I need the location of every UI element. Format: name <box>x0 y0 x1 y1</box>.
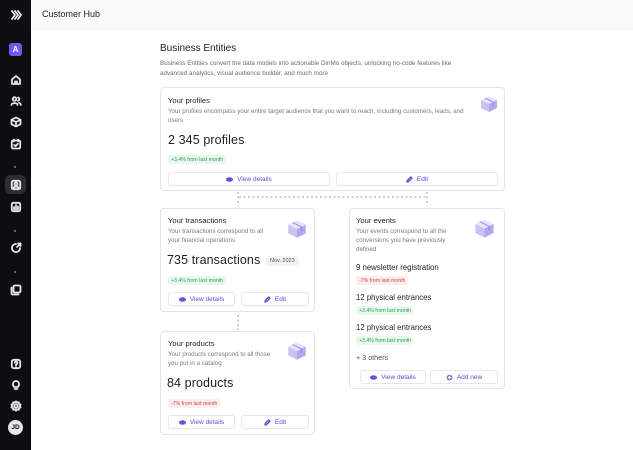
home-icon[interactable] <box>8 72 23 87</box>
page-description: Business Entities convert the data model… <box>160 60 452 77</box>
user-avatar[interactable]: JD <box>8 420 23 435</box>
workspace-avatar[interactable]: A <box>9 43 22 56</box>
profiles-cube-icon <box>481 96 497 112</box>
analytics-icon[interactable] <box>8 199 23 214</box>
products-view-details-button[interactable]: View details <box>168 415 235 429</box>
transactions-count: 735 transactions <box>167 253 261 267</box>
eye-icon <box>226 176 234 182</box>
events-description: Your events correspond to all the conver… <box>356 228 447 253</box>
activation-icon[interactable] <box>8 240 23 255</box>
products-edit-button[interactable]: Edit <box>241 415 309 429</box>
transactions-view-details-button[interactable]: View details <box>168 292 235 306</box>
transactions-description: Your transactions correspond to all your… <box>168 228 264 244</box>
user-initials: JD <box>11 424 20 431</box>
sidebar: A JD <box>0 0 31 450</box>
nav-separator <box>14 166 16 168</box>
nav-separator <box>14 230 16 232</box>
products-cube-icon <box>288 342 306 360</box>
transactions-card: Your transactions Your transactions corr… <box>160 208 315 312</box>
profiles-title: Your profiles <box>168 96 210 105</box>
events-card: Your events Your events correspond to al… <box>349 208 505 389</box>
products-count: 84 products <box>167 376 234 390</box>
event-item-label: 12 physical entrances <box>356 293 432 302</box>
transactions-date-badge: Nov. 2023 <box>266 256 299 266</box>
transactions-view-details-label: View details <box>189 295 225 303</box>
eye-icon <box>178 419 186 425</box>
nav-separator <box>14 271 16 273</box>
profiles-view-details-label: View details <box>237 175 272 183</box>
transactions-edit-button[interactable]: Edit <box>241 292 309 306</box>
box-icon[interactable] <box>8 114 23 129</box>
page-title: Business Entities <box>160 43 237 54</box>
event-item-label: 12 physical entrances <box>356 323 432 332</box>
products-view-details-label: View details <box>189 418 225 426</box>
lightbulb-icon[interactable] <box>8 377 23 392</box>
entities-icon[interactable] <box>8 177 23 192</box>
eye-icon <box>370 374 378 380</box>
events-more-link[interactable]: + 3 others <box>356 353 388 362</box>
events-title: Your events <box>356 216 396 225</box>
products-description: Your products correspond to all those yo… <box>168 351 271 367</box>
transactions-cube-icon <box>288 220 306 238</box>
profiles-view-details-button[interactable]: View details <box>168 172 330 186</box>
settings-icon[interactable] <box>8 398 23 413</box>
pencil-icon <box>264 418 271 426</box>
profiles-count: 2 345 profiles <box>168 133 245 147</box>
pencil-icon <box>406 175 413 183</box>
profiles-card: Your profiles Your profiles encompass yo… <box>160 87 505 191</box>
layers-icon[interactable] <box>8 282 23 297</box>
event-item-trend-badge: +3.4% from last month <box>356 336 415 345</box>
events-view-details-label: View details <box>381 373 416 381</box>
products-edit-label: Edit <box>274 418 287 426</box>
events-add-new-button[interactable]: Add new <box>430 370 498 384</box>
transactions-edit-label: Edit <box>274 295 287 303</box>
calendar-icon[interactable] <box>8 136 23 151</box>
events-add-new-label: Add new <box>456 373 483 381</box>
products-card: Your products Your products correspond t… <box>160 331 315 435</box>
event-item-trend-badge: -7% from last month <box>356 276 409 285</box>
products-title: Your products <box>168 339 215 348</box>
help-icon[interactable] <box>8 356 23 371</box>
app-title: Customer Hub <box>42 9 101 19</box>
transactions-title: Your transactions <box>168 216 227 225</box>
event-item-trend-badge: +3.4% from last month <box>356 306 415 315</box>
transactions-trend-badge: +3.4% from last month <box>168 276 227 285</box>
app-logo-icon[interactable] <box>8 7 23 22</box>
workspace-initial: A <box>12 45 19 54</box>
pencil-icon <box>264 295 271 303</box>
events-view-details-button[interactable]: View details <box>360 370 426 384</box>
event-item-label: 9 newsletter registration <box>356 263 439 272</box>
plus-circle-icon <box>446 374 453 380</box>
profiles-edit-label: Edit <box>416 175 429 183</box>
events-cube-icon <box>475 219 494 238</box>
top-bar: Customer Hub <box>31 0 633 29</box>
profiles-edit-button[interactable]: Edit <box>336 172 498 186</box>
products-trend-badge: -7% from last month <box>168 399 221 408</box>
users-icon[interactable] <box>8 93 23 108</box>
profiles-trend-badge: +3.4% from last month <box>168 155 227 164</box>
profiles-description: Your profiles encompass your entire targ… <box>168 108 464 124</box>
eye-icon <box>178 296 186 302</box>
